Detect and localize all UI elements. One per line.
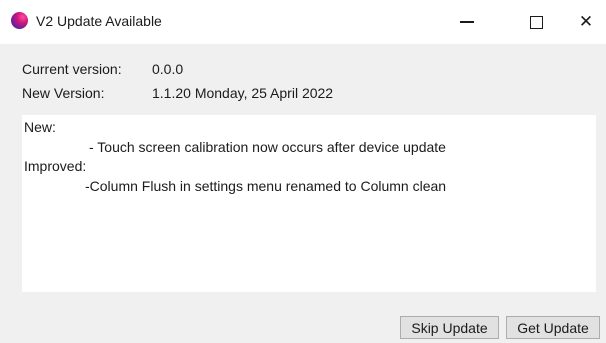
close-button[interactable]: ✕ bbox=[563, 0, 606, 44]
release-notes-box[interactable]: New: - Touch screen calibration now occu… bbox=[22, 115, 596, 292]
new-version-value: 1.1.20 Monday, 25 April 2022 bbox=[152, 85, 334, 101]
current-version-value: 0.0.0 bbox=[152, 61, 184, 77]
notes-section-new: New: bbox=[24, 119, 56, 135]
current-version-label: Current version: bbox=[22, 61, 122, 77]
window-title: V2 Update Available bbox=[36, 13, 162, 29]
maximize-button[interactable] bbox=[513, 0, 559, 44]
close-icon: ✕ bbox=[578, 11, 594, 32]
skip-update-button[interactable]: Skip Update bbox=[400, 316, 499, 339]
new-version-label: New Version: bbox=[22, 85, 105, 101]
minimize-icon bbox=[460, 21, 474, 23]
get-update-button[interactable]: Get Update bbox=[506, 316, 600, 339]
app-orb-icon bbox=[11, 12, 28, 29]
title-bar: V2 Update Available ✕ bbox=[0, 0, 606, 44]
maximize-icon bbox=[529, 15, 543, 29]
minimize-button[interactable] bbox=[444, 0, 490, 44]
notes-item: - Touch screen calibration now occurs af… bbox=[89, 139, 446, 155]
update-dialog: V2 Update Available ✕ Current version: 0… bbox=[0, 0, 606, 343]
notes-section-improved: Improved: bbox=[24, 158, 87, 174]
notes-item: -Column Flush in settings menu renamed t… bbox=[85, 178, 447, 194]
